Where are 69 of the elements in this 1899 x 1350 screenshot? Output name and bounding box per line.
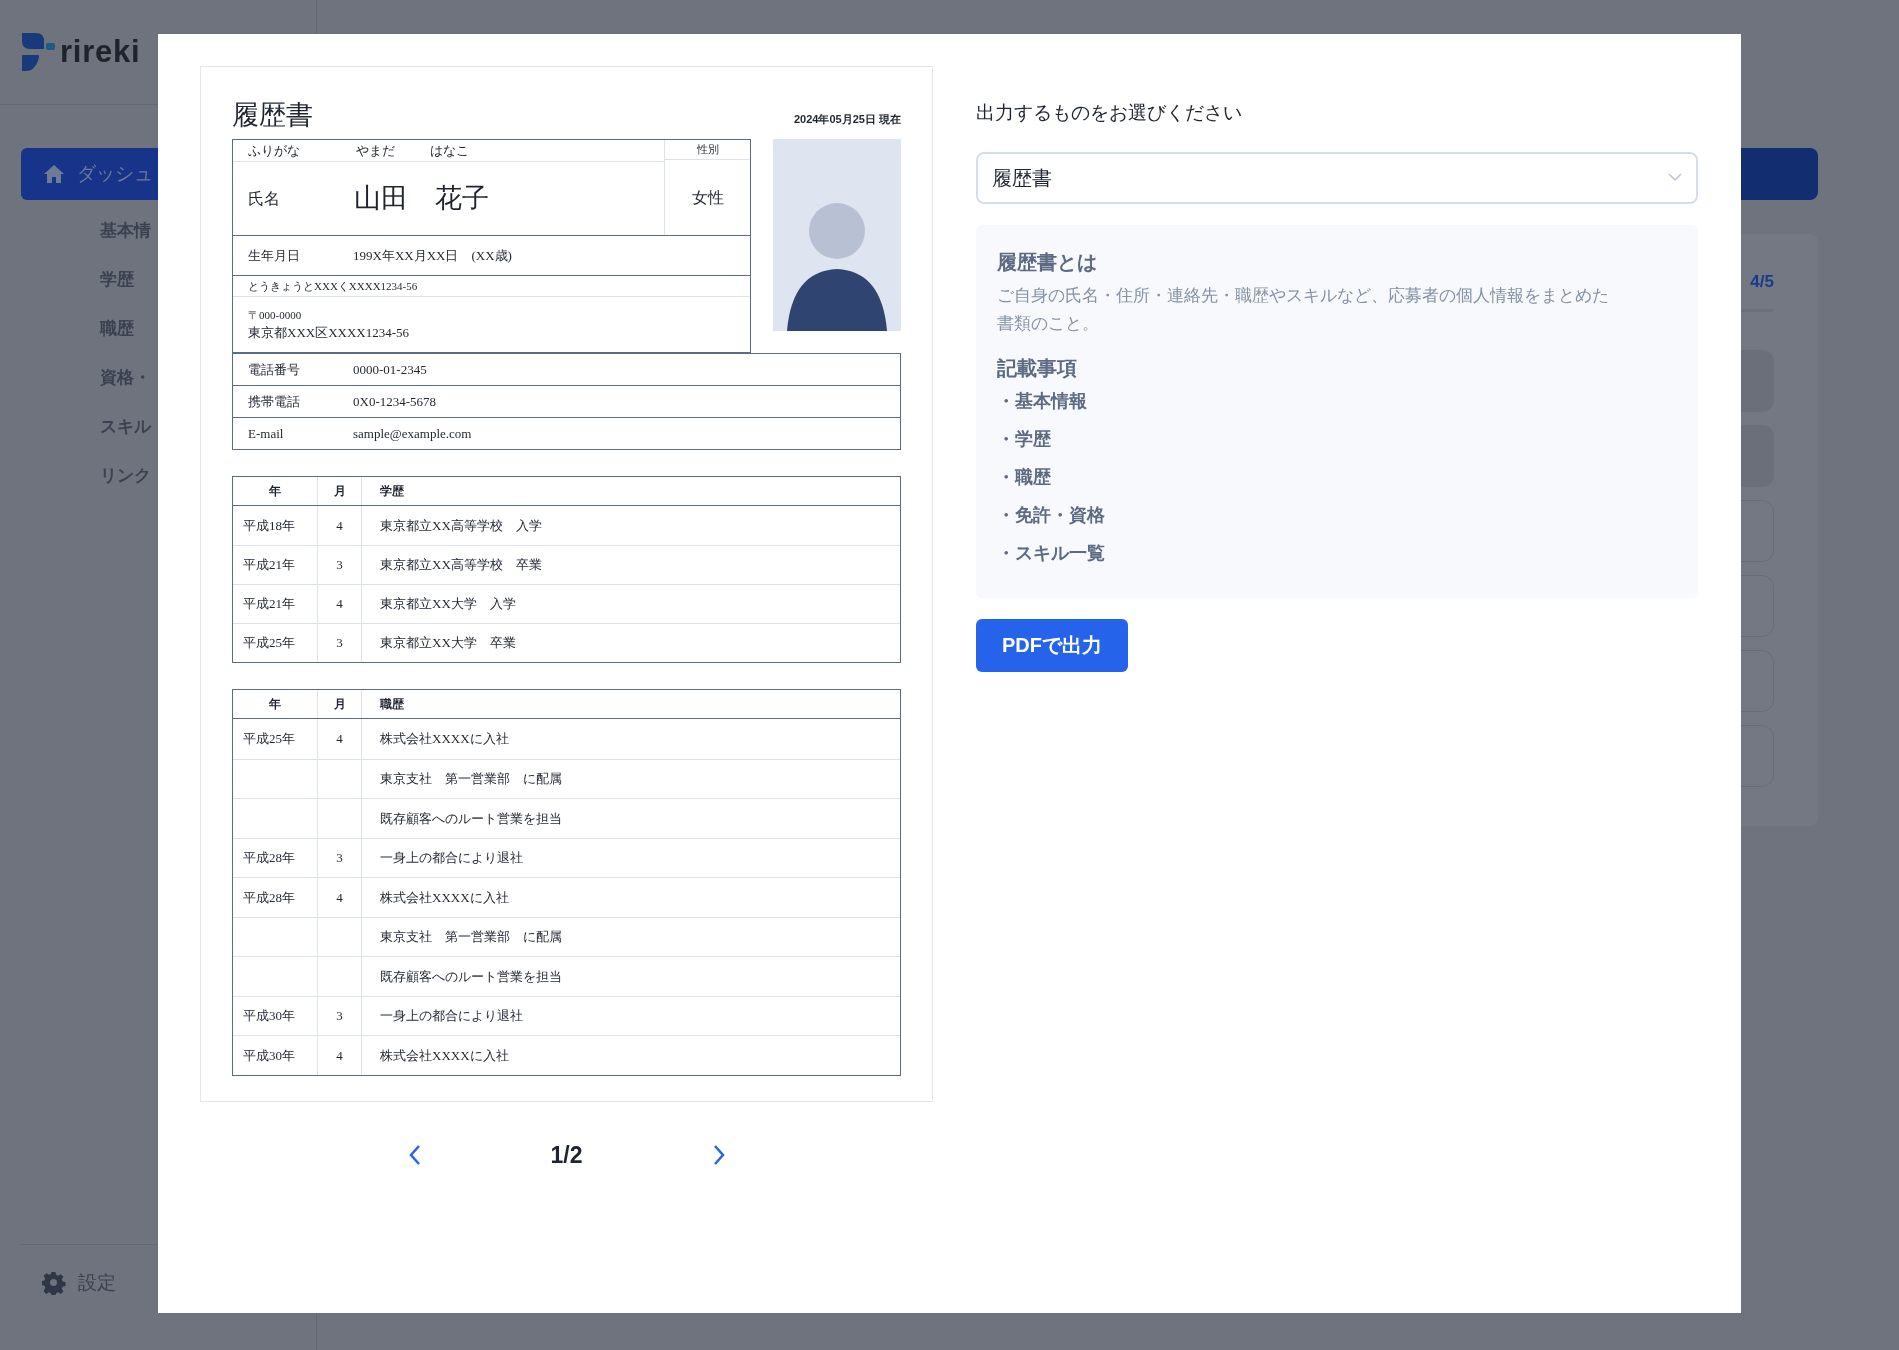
table-cell-text: 東京都立XX高等学校 入学 xyxy=(380,516,542,535)
table-cell-text: 東京都立XX大学 卒業 xyxy=(380,634,516,653)
birth-text: 199X年XX月XX日 (XX歳) xyxy=(353,246,512,265)
name-label: 氏名 xyxy=(248,188,281,209)
info-item: ・職歴 xyxy=(997,465,1052,489)
table-cell-text: 4 xyxy=(336,595,343,614)
table-cell-text: 既存顧客へのルート営業を担当 xyxy=(380,967,562,986)
table-cell-text: 4 xyxy=(336,516,343,535)
table-cell-text: 3 xyxy=(336,634,343,653)
info-item: ・免許・資格 xyxy=(997,503,1106,527)
furigana-label: ふりがな xyxy=(248,141,301,160)
contact-value: 0000-01-2345 xyxy=(353,360,427,379)
contact-label: E-mail xyxy=(248,424,285,443)
info-item: ・学歴 xyxy=(997,427,1052,451)
page-indicator: 1/2 xyxy=(549,1141,584,1170)
table-cell-text: 東京都立XX大学 入学 xyxy=(380,595,516,614)
table-cell-text: 平成25年 xyxy=(243,730,295,748)
table-cell-text: 4 xyxy=(336,730,343,748)
table-cell-text: 平成21年 xyxy=(243,556,295,575)
contact-label: 携帯電話 xyxy=(248,392,301,411)
info-subtitle: 記載事項 xyxy=(997,355,1078,381)
table-cell-text: 東京支社 第一営業部 に配属 xyxy=(380,928,562,946)
table-cell-text: 平成28年 xyxy=(243,849,295,867)
column-header: 年 xyxy=(233,477,318,505)
table-cell-text: 平成30年 xyxy=(243,1046,295,1065)
column-header: 学歴 xyxy=(379,483,405,500)
table-cell-text: 一身上の都合により退社 xyxy=(380,849,523,867)
table-cell-text: 既存顧客へのルート営業を担当 xyxy=(380,809,562,828)
table-cell-text: 3 xyxy=(336,556,343,575)
table-cell-text: 平成18年 xyxy=(243,516,295,535)
address-text: 東京都XXX区XXXX1234-56 xyxy=(248,324,411,342)
table-cell-text: 平成21年 xyxy=(243,595,295,614)
select-label: 出力するものをお選びください xyxy=(976,101,1243,125)
column-header: 月 xyxy=(318,690,362,718)
column-header: 月 xyxy=(318,477,362,505)
info-item: ・基本情報 xyxy=(997,389,1088,413)
table-cell-text: 平成28年 xyxy=(243,888,295,907)
resume-title: 履歴書 xyxy=(232,102,313,129)
table-cell-text: 4 xyxy=(336,1046,343,1065)
info-title: 履歴書とは xyxy=(997,249,1098,275)
info-item: ・スキル一覧 xyxy=(997,541,1106,565)
column-header: 年 xyxy=(233,690,318,718)
table-cell-text: 平成25年 xyxy=(243,634,295,653)
gender-text: 女性 xyxy=(690,187,725,208)
gender-label: 性別 xyxy=(665,140,751,160)
table-cell-text: 東京都立XX高等学校 卒業 xyxy=(380,556,542,575)
table-cell-text: 東京支社 第一営業部 に配属 xyxy=(380,770,562,788)
table-cell-text: 株式会社XXXXに入社 xyxy=(380,1046,509,1065)
contact-value: sample@example.com xyxy=(353,424,472,443)
column-header: 職歴 xyxy=(379,696,405,713)
name-text: 山田 花子 xyxy=(354,182,489,216)
birth-label: 生年月日 xyxy=(248,246,301,265)
table-cell-text: 一身上の都合により退社 xyxy=(380,1007,523,1025)
address-furigana: とうきょうとXXXくXXXX1234-56 xyxy=(248,278,418,294)
furigana-text: やまだ xyxy=(356,141,396,160)
table-cell-text: 平成30年 xyxy=(243,1007,295,1025)
info-text: ご自身の氏名・住所・連絡先・職歴やスキルなど、応募者の個人情報をまとめた書類のこと。 xyxy=(997,284,1610,334)
table-cell-text: 4 xyxy=(336,888,343,907)
progress-count: 4/5 xyxy=(1750,271,1774,293)
contact-value: 0X0-1234-5678 xyxy=(353,392,437,411)
table-cell-text: 3 xyxy=(336,849,343,867)
logo-text: rireki xyxy=(60,32,141,71)
table-cell-text: 株式会社XXXXに入社 xyxy=(380,888,509,907)
resume-date: 2024年05月25日 現在 xyxy=(794,111,901,127)
postal-code: 〒000-0000 xyxy=(248,307,303,323)
furigana-text: はなこ xyxy=(430,141,469,160)
contact-label: 電話番号 xyxy=(248,360,301,379)
table-cell-text: 株式会社XXXXに入社 xyxy=(380,730,509,748)
table-cell-text: 3 xyxy=(336,1007,343,1025)
